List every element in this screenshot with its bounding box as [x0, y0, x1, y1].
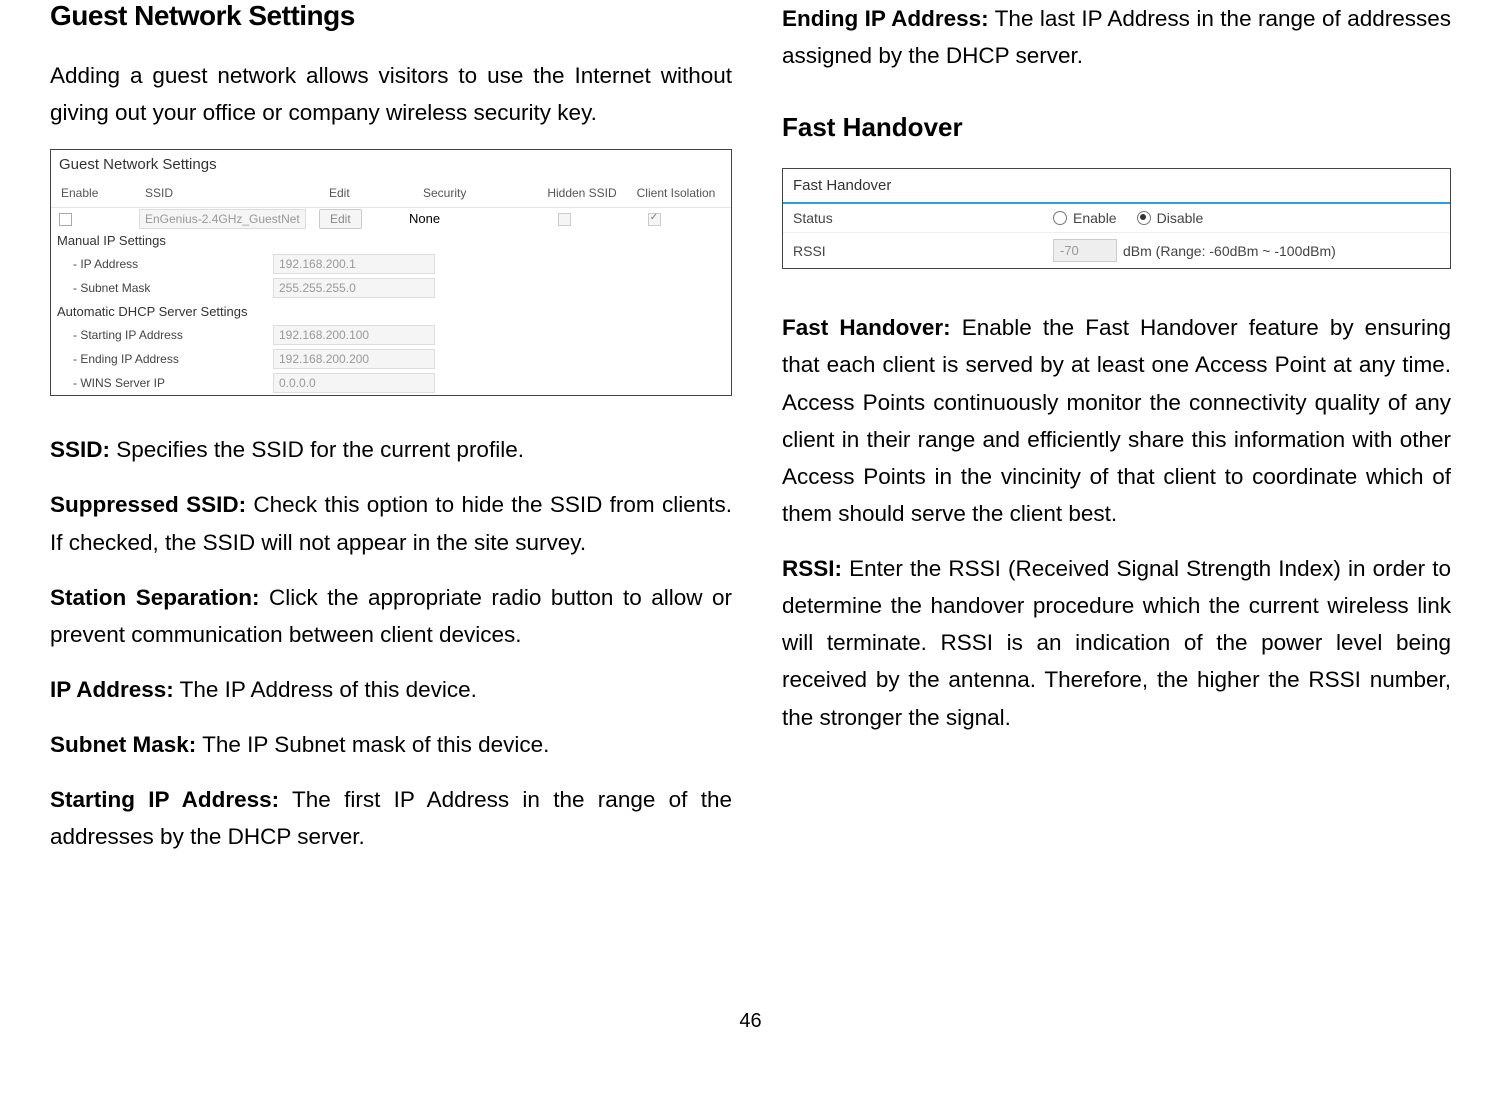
page-number: 46 [0, 1000, 1501, 1033]
ssid-term: SSID: [50, 437, 110, 462]
rssi-input[interactable]: -70 [1053, 239, 1117, 262]
enable-radio-label: Enable [1073, 210, 1117, 226]
wins-server-label: - WINS Server IP [73, 376, 273, 390]
guest-network-intro: Adding a guest network allows visitors t… [50, 57, 732, 131]
ssid-desc: Specifies the SSID for the current profi… [110, 437, 524, 462]
fast-handover-term: Fast Handover: [782, 315, 951, 340]
ending-ip-term: Ending IP Address: [782, 6, 989, 31]
rssi-suffix: dBm (Range: -60dBm ~ -100dBm) [1123, 243, 1336, 259]
col-edit: Edit [327, 182, 421, 204]
ip-address-row: - IP Address 192.168.200.1 [51, 252, 731, 276]
disable-radio[interactable] [1137, 211, 1151, 225]
subnet-mask-definition: Subnet Mask: The IP Subnet mask of this … [50, 726, 732, 763]
starting-ip-label: - Starting IP Address [73, 328, 273, 342]
col-hidden-ssid: Hidden SSID [535, 182, 629, 204]
fast-handover-heading: Fast Handover [782, 112, 1451, 143]
fast-handover-panel-title: Fast Handover [783, 169, 1450, 204]
subnet-mask-label: - Subnet Mask [73, 281, 273, 295]
subnet-mask-desc: The IP Subnet mask of this device. [196, 732, 549, 757]
manual-ip-header: Manual IP Settings [51, 229, 731, 252]
rssi-definition: RSSI: Enter the RSSI (Received Signal St… [782, 550, 1451, 736]
col-client-isolation: Client Isolation [629, 182, 723, 204]
ending-ip-input[interactable]: 192.168.200.200 [273, 349, 435, 369]
ip-address-term: IP Address: [50, 677, 174, 702]
station-separation-term: Station Separation: [50, 585, 260, 610]
fast-handover-desc: Enable the Fast Handover feature by ensu… [782, 315, 1451, 526]
guest-network-settings-panel: Guest Network Settings Enable SSID Edit … [50, 149, 732, 396]
ip-address-definition: IP Address: The IP Address of this devic… [50, 671, 732, 708]
subnet-mask-term: Subnet Mask: [50, 732, 196, 757]
table-row: EnGenius-2.4GHz_GuestNet Edit None [51, 208, 731, 229]
starting-ip-row: - Starting IP Address 192.168.200.100 [51, 323, 731, 347]
rssi-row: RSSI -70 dBm (Range: -60dBm ~ -100dBm) [783, 233, 1450, 268]
starting-ip-input[interactable]: 192.168.200.100 [273, 325, 435, 345]
ending-ip-definition: Ending IP Address: The last IP Address i… [782, 0, 1451, 74]
hidden-ssid-checkbox[interactable] [558, 213, 571, 226]
ending-ip-row: - Ending IP Address 192.168.200.200 [51, 347, 731, 371]
wins-server-row: - WINS Server IP 0.0.0.0 [51, 371, 731, 395]
fast-handover-panel: Fast Handover Status Enable Disable RSSI… [782, 168, 1451, 269]
edit-button[interactable]: Edit [319, 209, 362, 229]
starting-ip-definition: Starting IP Address: The first IP Addres… [50, 781, 732, 855]
subnet-mask-input[interactable]: 255.255.255.0 [273, 278, 435, 298]
status-label: Status [793, 210, 1053, 226]
ssid-definition: SSID: Specifies the SSID for the current… [50, 431, 732, 468]
station-separation-definition: Station Separation: Click the appropriat… [50, 579, 732, 653]
status-row: Status Enable Disable [783, 204, 1450, 233]
enable-radio[interactable] [1053, 211, 1067, 225]
subnet-mask-row: - Subnet Mask 255.255.255.0 [51, 276, 731, 300]
suppressed-ssid-term: Suppressed SSID: [50, 492, 246, 517]
ssid-input[interactable]: EnGenius-2.4GHz_GuestNet [139, 209, 306, 229]
col-security: Security [421, 182, 535, 204]
panel-title: Guest Network Settings [51, 150, 731, 179]
rssi-label: RSSI [793, 243, 1053, 259]
enable-checkbox[interactable] [59, 213, 72, 226]
rssi-term: RSSI: [782, 556, 842, 581]
col-ssid: SSID [143, 182, 327, 204]
col-enable: Enable [59, 182, 143, 204]
wins-server-input[interactable]: 0.0.0.0 [273, 373, 435, 393]
ip-address-desc: The IP Address of this device. [174, 677, 477, 702]
ip-address-label: - IP Address [73, 257, 273, 271]
security-value: None [409, 211, 519, 226]
rssi-desc: Enter the RSSI (Received Signal Strength… [782, 556, 1451, 730]
disable-radio-label: Disable [1157, 210, 1204, 226]
table-header-row: Enable SSID Edit Security Hidden SSID Cl… [51, 179, 731, 208]
dhcp-header: Automatic DHCP Server Settings [51, 300, 731, 323]
starting-ip-term: Starting IP Address: [50, 787, 279, 812]
ending-ip-label: - Ending IP Address [73, 352, 273, 366]
fast-handover-definition: Fast Handover: Enable the Fast Handover … [782, 309, 1451, 532]
client-isolation-checkbox[interactable] [648, 213, 661, 226]
suppressed-ssid-definition: Suppressed SSID: Check this option to hi… [50, 486, 732, 560]
guest-network-heading: Guest Network Settings [50, 0, 732, 32]
ip-address-input[interactable]: 192.168.200.1 [273, 254, 435, 274]
